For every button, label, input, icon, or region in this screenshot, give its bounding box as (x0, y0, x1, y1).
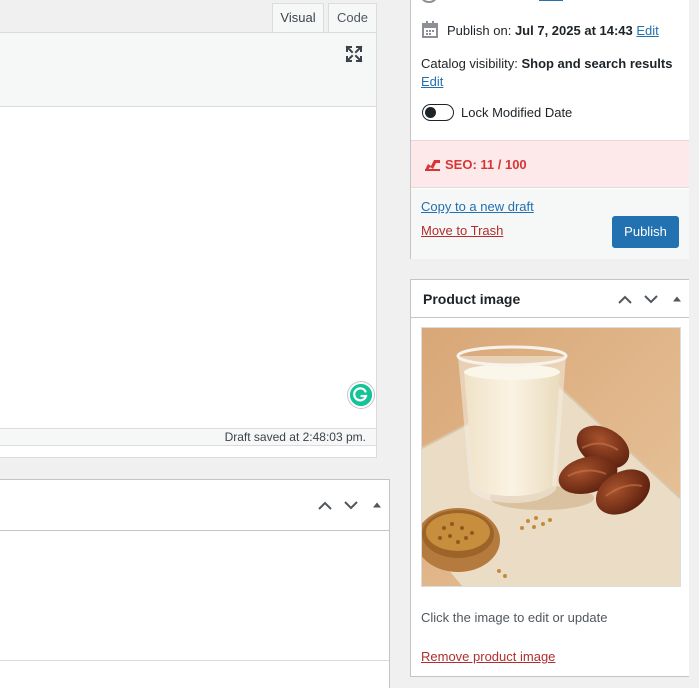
lock-modified-toggle[interactable] (422, 104, 454, 121)
schedule-label: Publish on: (447, 23, 512, 38)
chevron-down-icon[interactable] (341, 495, 361, 515)
product-image[interactable] (421, 327, 681, 587)
fullscreen-icon[interactable] (345, 45, 363, 63)
visibility-edit-link[interactable]: Edit (421, 74, 443, 89)
publish-actions: Copy to a new draft Move to Trash Publis… (411, 189, 689, 259)
visibility-edit-link[interactable] (539, 0, 563, 1)
move-to-trash-link[interactable]: Move to Trash (421, 223, 503, 238)
chevron-down-icon[interactable] (641, 289, 661, 309)
product-image-hint: Click the image to edit or update (421, 610, 608, 625)
chevron-up-icon[interactable] (315, 495, 335, 515)
meta-box-divider (0, 660, 389, 661)
seo-score-text: SEO: 11 / 100 (445, 157, 527, 172)
product-image-header: Product image (411, 280, 689, 318)
lock-modified-label: Lock Modified Date (461, 105, 573, 120)
seo-score-bar: SEO: 11 / 100 (411, 140, 689, 188)
meta-box-header (0, 480, 389, 531)
calendar-icon (422, 21, 438, 38)
triangle-up-icon[interactable] (367, 495, 387, 515)
draft-saved-status: Draft saved at 2:48:03 pm. (224, 430, 366, 444)
content-editor[interactable]: Draft saved at 2:48:03 pm. (0, 32, 377, 446)
publish-button[interactable]: Publish (612, 216, 679, 248)
copy-draft-link[interactable]: Copy to a new draft (421, 199, 534, 214)
page-edge (689, 0, 699, 688)
visibility-label: Catalog visibility: (421, 56, 518, 71)
grammarly-icon[interactable] (348, 382, 374, 408)
visibility-value: Shop and search results (521, 56, 673, 71)
meta-box (0, 479, 390, 688)
tab-visual[interactable]: Visual (272, 3, 324, 33)
triangle-up-icon[interactable] (667, 289, 687, 309)
visibility-icon (421, 0, 437, 3)
editor-toolbar (0, 33, 376, 107)
product-image-box: Product image Click the image to edit or… (410, 279, 690, 677)
publish-box: Publish on: Jul 7, 2025 at 14:43 Edit Ca… (410, 0, 690, 259)
schedule-value: Jul 7, 2025 at 14:43 (514, 23, 633, 38)
toggle-knob (425, 107, 436, 118)
editor-status-bar: Draft saved at 2:48:03 pm. (0, 428, 376, 445)
chevron-up-icon[interactable] (615, 289, 635, 309)
schedule-edit-link[interactable]: Edit (636, 23, 658, 38)
publish-schedule: Publish on: Jul 7, 2025 at 14:43 Edit (447, 23, 659, 38)
editor-tabs: Visual Code (0, 0, 377, 33)
catalog-visibility: Catalog visibility: Shop and search resu… (421, 56, 672, 71)
editor-resize-handle[interactable] (0, 446, 377, 458)
product-image-title: Product image (423, 291, 521, 307)
tab-code[interactable]: Code (328, 3, 377, 33)
seo-score-icon (425, 160, 440, 171)
remove-product-image-link[interactable]: Remove product image (421, 649, 555, 664)
